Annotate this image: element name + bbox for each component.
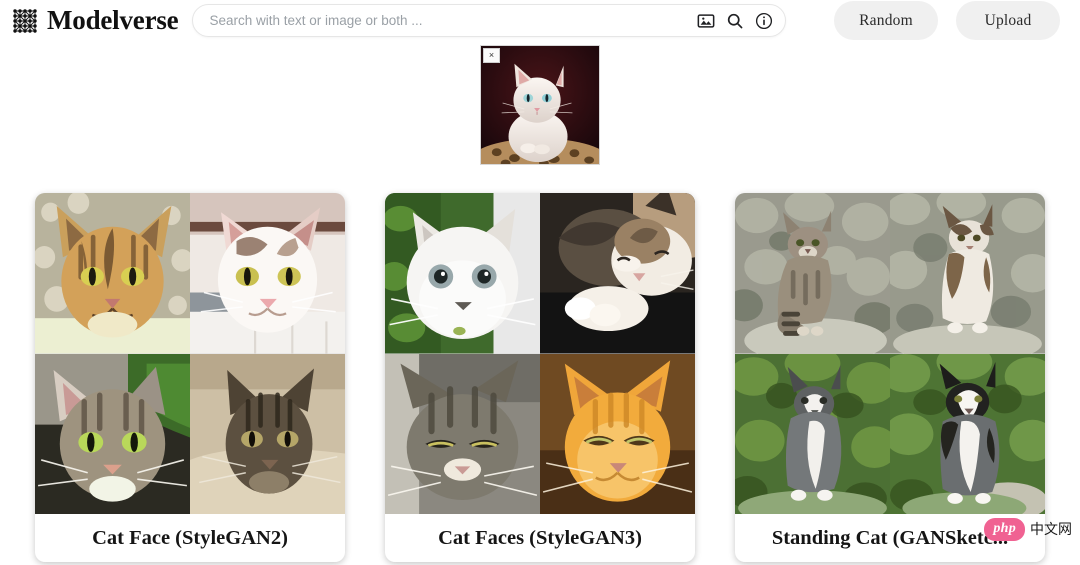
card-title: Cat Faces (StyleGAN3) — [438, 526, 642, 549]
card-image-cell[interactable] — [190, 193, 345, 354]
cat-image — [190, 353, 345, 514]
cat-image — [735, 353, 890, 514]
card-title: Cat Face (StyleGAN2) — [92, 526, 288, 549]
app-header: Modelverse Random Upload — [0, 0, 1080, 41]
card-image-cell[interactable] — [190, 353, 345, 514]
card-image-cell[interactable] — [890, 193, 1045, 354]
search-bar-icons — [689, 12, 773, 30]
cat-image — [890, 353, 1045, 514]
card-image-cell[interactable] — [735, 193, 890, 354]
card-image-cell[interactable] — [890, 353, 1045, 514]
cat-image — [890, 193, 1045, 354]
card-image-cell[interactable] — [540, 193, 695, 354]
card-image-cell[interactable] — [35, 193, 190, 354]
search-bar[interactable] — [192, 4, 787, 37]
cat-image — [190, 193, 345, 354]
brand-title: Modelverse — [47, 5, 179, 35]
cat-image — [540, 353, 695, 514]
brand[interactable]: Modelverse — [12, 5, 179, 35]
card-image-cell[interactable] — [35, 353, 190, 514]
remove-thumbnail-button[interactable]: × — [483, 48, 500, 63]
cat-image — [385, 193, 540, 354]
cat-image — [735, 193, 890, 354]
card-image-grid — [385, 193, 695, 514]
query-thumbnail-image — [481, 46, 599, 164]
header-actions: Random Upload — [834, 1, 1060, 40]
card-image-cell[interactable] — [385, 193, 540, 354]
result-card[interactable]: Cat Faces (StyleGAN3) — [385, 193, 695, 562]
cat-image — [385, 353, 540, 514]
card-image-grid — [35, 193, 345, 514]
cat-image — [35, 353, 190, 514]
random-button[interactable]: Random — [834, 1, 938, 40]
result-card[interactable]: Standing Cat (GANSketc... — [735, 193, 1045, 562]
search-input[interactable] — [209, 5, 690, 36]
query-thumbnail[interactable]: × — [480, 45, 600, 165]
neural-network-grid-icon — [13, 8, 37, 33]
card-image-grid — [735, 193, 1045, 514]
info-icon[interactable] — [755, 12, 773, 30]
upload-button[interactable]: Upload — [956, 1, 1060, 40]
results-grid: Cat Face (StyleGAN2) Cat Faces (StyleGAN… — [0, 177, 1080, 562]
cat-image — [35, 193, 190, 354]
card-image-cell[interactable] — [540, 353, 695, 514]
card-title: Standing Cat (GANSketc... — [771, 526, 1009, 549]
image-search-icon[interactable] — [697, 12, 715, 30]
result-card[interactable]: Cat Face (StyleGAN2) — [35, 193, 345, 562]
query-thumbnail-row: × — [0, 41, 1080, 177]
card-image-cell[interactable] — [735, 353, 890, 514]
card-image-cell[interactable] — [385, 353, 540, 514]
search-icon[interactable] — [726, 12, 744, 30]
cat-image — [540, 193, 695, 354]
